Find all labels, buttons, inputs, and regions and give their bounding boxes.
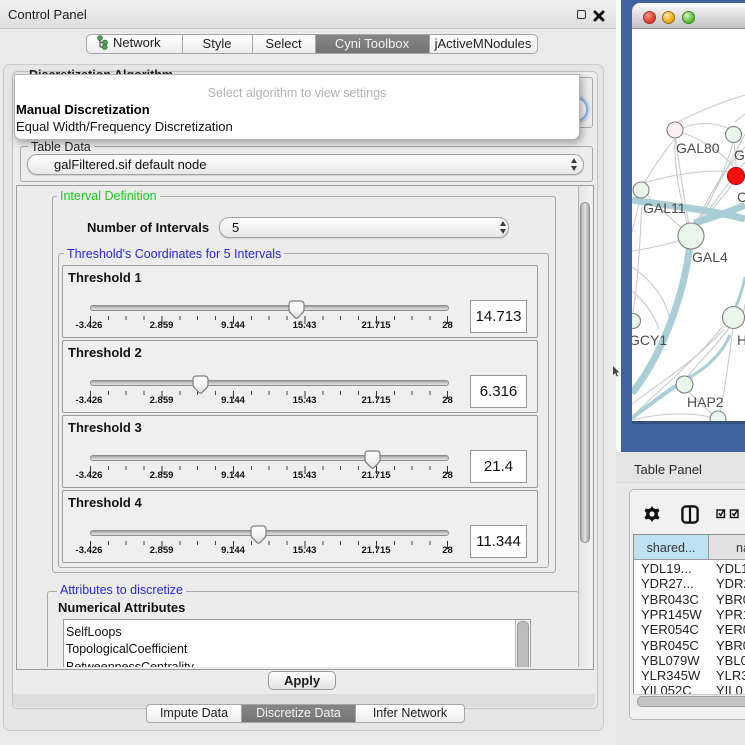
svg-text:C: C	[737, 189, 745, 205]
svg-text:H: H	[737, 332, 745, 348]
svg-text:GCY1: GCY1	[632, 332, 667, 348]
svg-text:HAP2: HAP2	[687, 394, 724, 410]
svg-text:GAL4: GAL4	[692, 249, 728, 265]
svg-text:GA: GA	[734, 147, 745, 163]
svg-text:GAL80: GAL80	[676, 140, 720, 156]
svg-text:GAL11: GAL11	[643, 200, 686, 216]
